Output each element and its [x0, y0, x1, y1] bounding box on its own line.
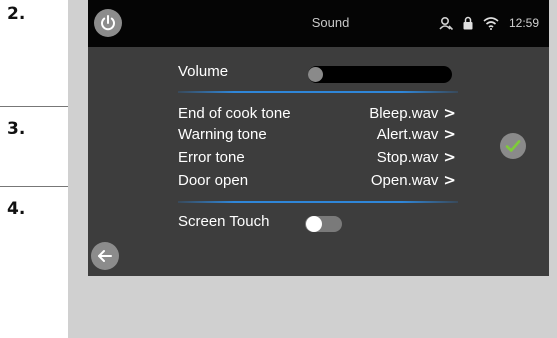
confirm-button[interactable]: [500, 133, 526, 159]
status-icons: 12:59: [439, 14, 539, 32]
chevron-right-icon: >: [443, 104, 456, 122]
step-number-3: 3.: [7, 119, 26, 139]
chevron-right-icon: >: [443, 171, 456, 189]
sound-row-end-of-cook-tone[interactable]: End of cook tone Bleep.wav >: [178, 103, 456, 123]
sound-row-value: Bleep.wav: [369, 104, 439, 122]
wifi-icon: [483, 17, 499, 30]
volume-slider[interactable]: [308, 66, 452, 83]
checkmark-icon: [505, 140, 521, 152]
sound-row-label: Error tone: [178, 148, 245, 166]
sound-row-value: Stop.wav: [376, 148, 439, 166]
sound-row-label: Warning tone: [178, 125, 267, 143]
sound-row-label: Door open: [178, 171, 249, 189]
chevron-right-icon: >: [443, 148, 456, 166]
sound-row-label: End of cook tone: [178, 104, 291, 122]
sound-row-value: Open.wav: [370, 171, 439, 189]
chevron-right-icon: >: [443, 125, 456, 143]
status-bar: Sound 12:59: [88, 0, 549, 47]
device-screen: Sound 12:59 Volume End of cook tone Blee…: [88, 0, 549, 276]
status-time: 12:59: [508, 16, 539, 30]
lock-icon: [463, 16, 473, 30]
screen-touch-toggle-knob[interactable]: [306, 216, 322, 232]
sound-row-value: Alert.wav: [376, 125, 439, 143]
sound-row-warning-tone[interactable]: Warning tone Alert.wav >: [178, 124, 456, 144]
section-divider: [178, 201, 458, 203]
step-number-4: 4.: [7, 199, 26, 219]
person-icon: [439, 16, 453, 30]
back-button[interactable]: [91, 242, 119, 270]
section-divider: [178, 91, 458, 93]
screen-touch-label: Screen Touch: [178, 213, 270, 230]
sound-row-error-tone[interactable]: Error tone Stop.wav >: [178, 147, 456, 167]
divider-line: [0, 106, 68, 107]
volume-label: Volume: [178, 63, 229, 80]
divider-line: [0, 186, 68, 187]
arrow-left-icon: [98, 250, 112, 262]
volume-slider-handle[interactable]: [308, 67, 323, 82]
sound-row-door-open[interactable]: Door open Open.wav >: [178, 170, 456, 190]
step-number-2: 2.: [7, 4, 26, 24]
